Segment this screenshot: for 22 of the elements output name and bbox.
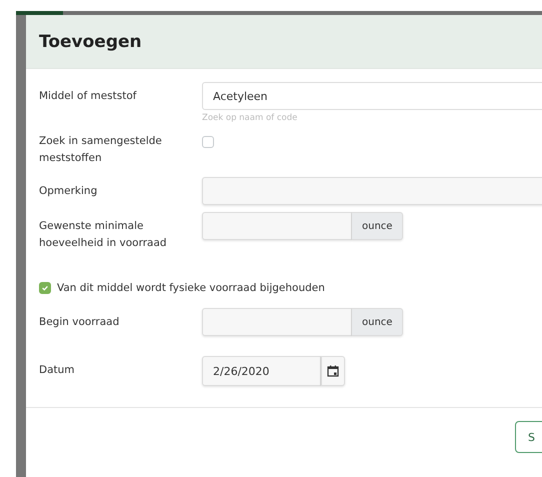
checkbox[interactable]: [39, 282, 51, 294]
checkbox-label: Van dit middel wordt fysieke voorraad bijgehouden: [57, 282, 325, 294]
field-label: Zoek in samengestelde meststoffen: [39, 134, 163, 166]
field-label: Datum: [39, 363, 76, 378]
field-label: Middel of meststof: [39, 89, 138, 104]
field-label: Begin voorraad: [39, 315, 120, 330]
check-icon: [41, 284, 49, 292]
hint-text: Zoek op naam of code: [202, 113, 298, 123]
checkbox[interactable]: [202, 136, 214, 148]
calendar-icon: [327, 365, 339, 377]
calendar-button[interactable]: [321, 356, 345, 386]
unit-addon: ounce: [352, 308, 404, 336]
input-field[interactable]: Acetyleen: [202, 82, 542, 110]
date-field[interactable]: 2/26/2020: [202, 356, 321, 386]
footer-button[interactable]: S: [515, 421, 542, 453]
dialog-title: Toevoegen: [39, 32, 142, 52]
field-label: Gewenste minimale hoeveelheid in voorraad: [39, 219, 168, 251]
input-field[interactable]: [202, 177, 542, 205]
input-field[interactable]: [202, 308, 352, 336]
input-field[interactable]: [202, 212, 352, 240]
unit-addon: ounce: [352, 212, 404, 240]
field-label: Opmerking: [39, 184, 98, 199]
